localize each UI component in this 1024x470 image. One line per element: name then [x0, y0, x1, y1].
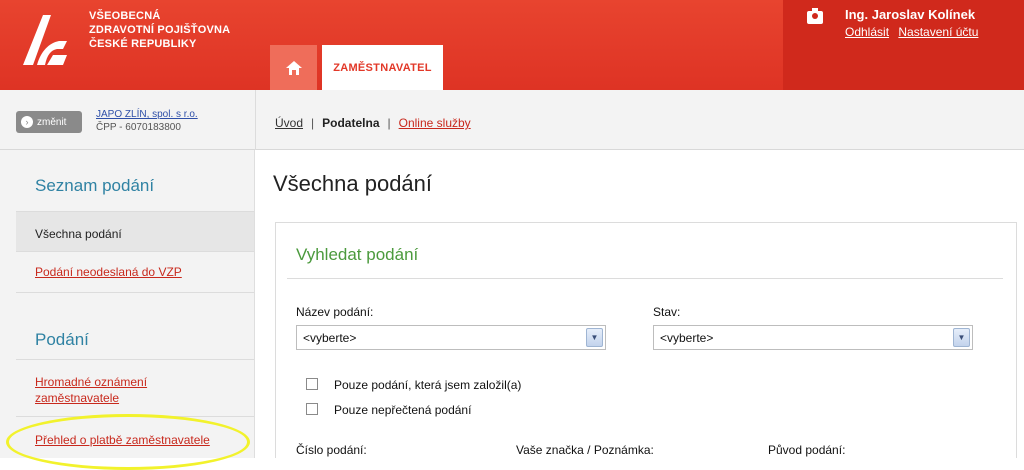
sidebar-heading-submissions: Podání — [35, 330, 89, 349]
label-name: Název podání: — [296, 305, 374, 319]
search-panel-title: Vyhledat podání — [296, 245, 419, 264]
sidebar — [0, 150, 255, 458]
change-company-button[interactable]: › změnit — [16, 111, 82, 133]
brand-line-3: ČESKÉ REPUBLIKY — [89, 38, 197, 50]
label-state: Stav: — [653, 305, 681, 319]
divider — [16, 359, 254, 360]
select-name-value: <vyberte> — [303, 331, 357, 345]
user-icon — [807, 8, 823, 24]
divider — [287, 278, 1003, 279]
home-tab[interactable] — [270, 45, 317, 90]
dropdown-arrow-icon[interactable]: ▼ — [953, 328, 970, 347]
brand-name: VŠEOBECNÁ ZDRAVOTNÍ POJIŠŤOVNA ČESKÉ REP… — [89, 9, 230, 51]
brand-line-2: ZDRAVOTNÍ POJIŠŤOVNA — [89, 24, 231, 36]
select-state-value: <vyberte> — [660, 331, 714, 345]
label-number: Číslo podání: — [296, 443, 367, 457]
checkbox-unread[interactable] — [306, 403, 318, 415]
company-name-link[interactable]: JAPO ZLÍN, spol. s r.o. — [96, 109, 198, 120]
divider — [16, 292, 254, 293]
home-icon — [285, 60, 302, 75]
highlight-oval — [6, 414, 250, 470]
nav-separator: | — [311, 116, 315, 130]
change-label: změnit — [37, 116, 67, 128]
account-settings-link[interactable]: Nastavení účtu — [898, 25, 978, 39]
user-name: Ing. Jaroslav Kolínek — [845, 7, 976, 22]
user-links: Odhlásit Nastavení účtu — [845, 25, 984, 39]
tab-employer[interactable]: ZAMĚSTNAVATEL — [322, 45, 443, 90]
page-title: Všechna podání — [273, 171, 433, 196]
company-info: JAPO ZLÍN, spol. s r.o. ČPP - 6070183800 — [96, 108, 198, 134]
nav-online-services-link[interactable]: Online služby — [399, 116, 471, 130]
nav-podatelna[interactable]: Podatelna — [322, 116, 379, 130]
checkbox-mine[interactable] — [306, 378, 318, 390]
dropdown-arrow-icon[interactable]: ▼ — [586, 328, 603, 347]
divider — [16, 251, 254, 252]
divider — [255, 90, 256, 150]
select-state[interactable]: <vyberte> ▼ — [653, 325, 973, 350]
sidebar-item-all[interactable]: Všechna podání — [35, 227, 122, 241]
brand-line-1: VŠEOBECNÁ — [89, 10, 161, 22]
nav-separator: | — [387, 116, 391, 130]
nav-uvod-link[interactable]: Úvod — [275, 116, 303, 130]
checkbox-mine-label[interactable]: Pouze podání, která jsem založil(a) — [334, 378, 521, 392]
bulk-notice-line2: zaměstnavatele — [35, 391, 120, 405]
arrow-circle-icon: › — [21, 116, 33, 128]
sidebar-item-unsent[interactable]: Podání neodeslaná do VZP — [35, 264, 182, 280]
breadcrumb-nav: Úvod | Podatelna | Online služby — [275, 116, 471, 130]
sidebar-heading-list: Seznam podání — [35, 176, 155, 195]
select-name[interactable]: <vyberte> ▼ — [296, 325, 606, 350]
sidebar-item-bulk-notice[interactable]: Hromadné oznámení zaměstnavatele — [35, 374, 147, 406]
label-reference: Vaše značka / Poznámka: — [516, 443, 654, 457]
checkbox-unread-label[interactable]: Pouze nepřečtená podání — [334, 403, 471, 417]
label-origin: Původ podání: — [768, 443, 846, 457]
company-id: ČPP - 6070183800 — [96, 122, 181, 133]
vzp-logo-icon[interactable] — [19, 7, 71, 73]
logout-link[interactable]: Odhlásit — [845, 25, 889, 39]
bulk-notice-line1: Hromadné oznámení — [35, 375, 148, 389]
